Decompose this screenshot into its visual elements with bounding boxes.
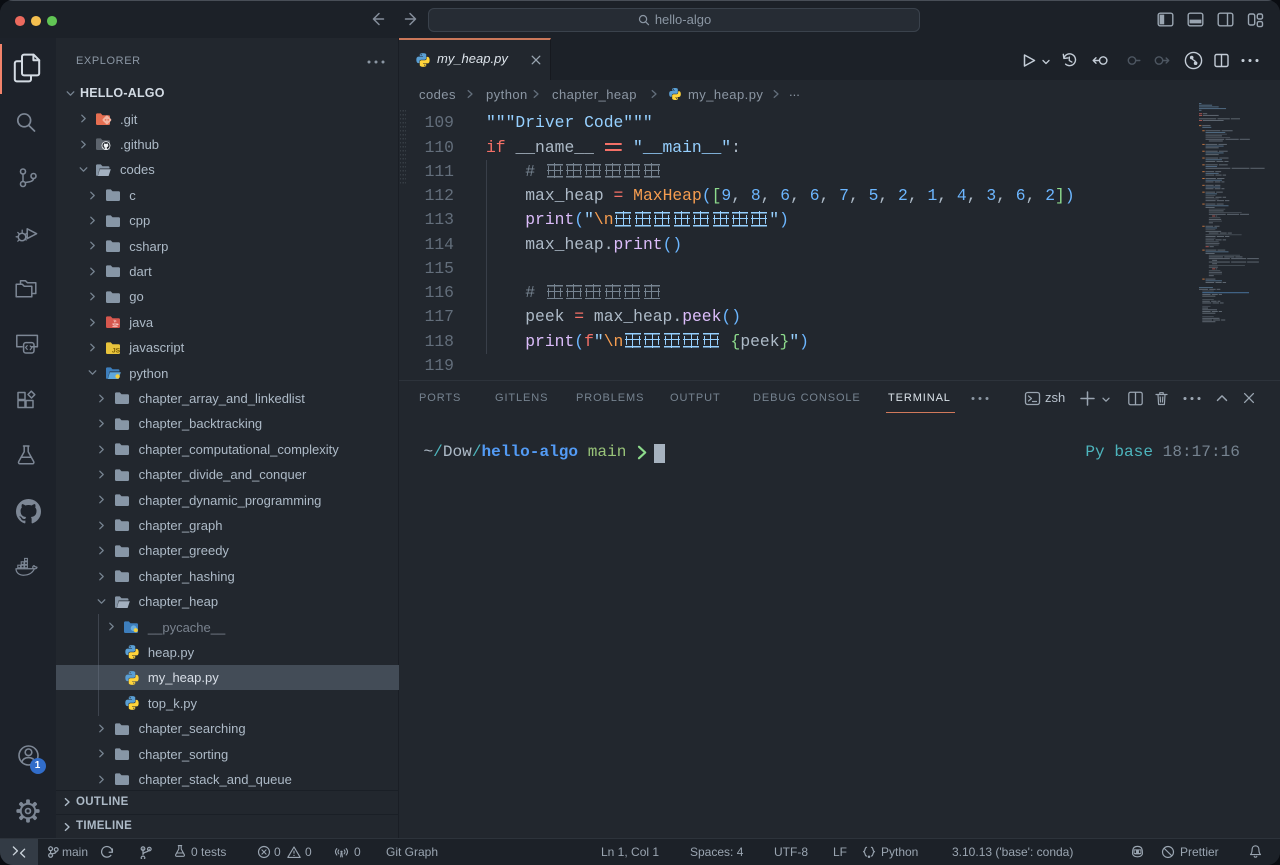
svg-text:JS: JS <box>112 347 121 354</box>
